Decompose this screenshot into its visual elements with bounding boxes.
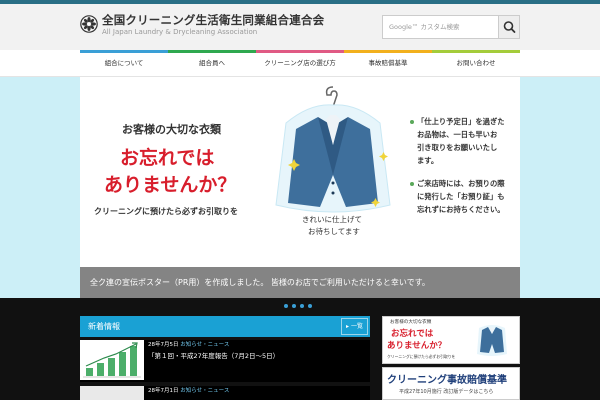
slider-dot[interactable]	[308, 304, 312, 308]
nav-item-label: 組合について	[104, 59, 144, 67]
nav-item-choose-shop[interactable]: クリーニング店の選び方	[256, 50, 344, 76]
banner-line-1: お客様の大切な衣類	[390, 320, 432, 325]
slider-dot[interactable]	[292, 304, 296, 308]
association-logo-icon[interactable]	[80, 15, 98, 33]
note-line: に発行した「お預り証」も	[417, 192, 505, 201]
slide-heading-3: ありませんか？	[104, 174, 237, 196]
nav-item-accent-bar	[344, 50, 432, 53]
jacket-icon	[477, 325, 507, 356]
slider-dot[interactable]	[300, 304, 304, 308]
search-button[interactable]	[498, 16, 519, 38]
banner-line-2: お忘れでは	[391, 329, 434, 339]
news-category[interactable]: お知らせ・ニュース	[180, 388, 229, 394]
bullet-icon	[410, 120, 414, 124]
news-heading: 新着情報	[80, 316, 370, 337]
search-input[interactable]	[383, 16, 499, 38]
bullet-icon	[410, 182, 414, 186]
site-title[interactable]: 全国クリーニング生活衛生同業組合連合会	[102, 12, 324, 28]
news-item[interactable]: 28年7月5日 お知らせ・ニュース 「第１回・平成27年度報告（7月2日〜5日）	[80, 340, 370, 382]
news-thumbnail	[80, 386, 144, 400]
slide-heading-2: お忘れでは	[120, 147, 215, 169]
nav-item-compensation[interactable]: 事故賠償基準	[344, 50, 432, 76]
nav-item-accent-bar	[80, 50, 168, 53]
nav-item-about[interactable]: 組合について	[80, 50, 168, 76]
site-subtitle: All Japan Laundry & Drycleaning Associat…	[102, 28, 258, 36]
note-line: ます。	[417, 156, 439, 165]
nav-item-label: お問い合わせ	[456, 59, 496, 67]
banner-line-3: ありませんか？	[387, 341, 447, 351]
news-list-label: 一覧	[350, 323, 363, 330]
slider-dot[interactable]	[284, 304, 288, 308]
nav-item-label: 事故賠償基準	[368, 59, 408, 67]
poster-banner[interactable]: お客様の大切な衣類 お忘れでは ありませんか？ クリーニングに預けたら必ずお引取…	[382, 316, 520, 364]
nav-item-label: クリーニング店の選び方	[264, 59, 336, 67]
compensation-standard-banner[interactable]: クリーニング事故賠償基準 平成27年10月施行 改訂版データはこちら	[382, 367, 520, 400]
chevron-right-icon: ▸	[346, 323, 350, 330]
nav-item-contact[interactable]: お問い合わせ	[432, 50, 520, 76]
site-header: 全国クリーニング生活衛生同業組合連合会 All Japan Laundry & …	[0, 4, 600, 50]
search-box	[382, 15, 520, 39]
slider-pagination	[0, 298, 600, 314]
nav-item-members[interactable]: 組合員へ	[168, 50, 256, 76]
growth-chart-icon	[83, 342, 141, 378]
news-date: 28年7月1日	[148, 388, 179, 394]
nav-item-label: 組合員へ	[199, 59, 225, 67]
banner-title: クリーニング事故賠償基準	[387, 375, 507, 386]
banner-subtitle: 平成27年10月施行 改訂版データはこちら	[399, 389, 494, 395]
news-title[interactable]: 「第１回・平成27年度報告（7月2日〜5日）	[148, 350, 279, 360]
note-line: お品物は、一日も早いお	[417, 130, 498, 139]
nav-item-accent-bar	[256, 50, 344, 53]
nav-item-accent-bar	[168, 50, 256, 53]
slide-caption[interactable]: 全ク連の宣伝ポスター（PR用）を作成しました。 皆様のお店でご利用いただけると幸…	[80, 267, 520, 298]
slide-heading-1: お客様の大切な衣類	[122, 123, 221, 136]
note-line: 「仕上り予定日」を過ぎた	[417, 117, 505, 126]
hero-slide[interactable]: お客様の大切な衣類 お忘れでは ありませんか？ クリーニングに預けたら必ずお引取…	[80, 77, 520, 298]
jacket-caption-2: お待ちしてます	[308, 227, 360, 236]
slide-subline: クリーニングに預けたら必ずお引取りを	[94, 207, 238, 216]
note-line: ご来店時には、お預りの際	[417, 179, 505, 188]
search-icon	[503, 21, 516, 33]
news-meta: 28年7月1日 お知らせ・ニュース	[148, 386, 229, 394]
jacket-caption-1: きれいに仕上げて	[302, 215, 362, 224]
note-line: 忘れずにお持ちください。	[417, 205, 505, 214]
nav-item-accent-bar	[432, 50, 520, 53]
banner-line-4: クリーニングに預けたら必ずお引取りを	[387, 354, 456, 359]
news-thumbnail	[80, 340, 144, 380]
news-date: 28年7月5日	[148, 342, 179, 348]
news-category[interactable]: お知らせ・ニュース	[180, 342, 229, 348]
news-item[interactable]: 28年7月1日 お知らせ・ニュース	[80, 386, 370, 400]
main-nav: 組合について 組合員へ クリーニング店の選び方 事故賠償基準 お問い合わせ	[0, 50, 600, 77]
news-meta: 28年7月5日 お知らせ・ニュース	[148, 340, 229, 348]
note-line: 引き取りをお願いいたし	[417, 143, 498, 152]
news-list-button[interactable]: ▸ 一覧	[341, 318, 368, 335]
